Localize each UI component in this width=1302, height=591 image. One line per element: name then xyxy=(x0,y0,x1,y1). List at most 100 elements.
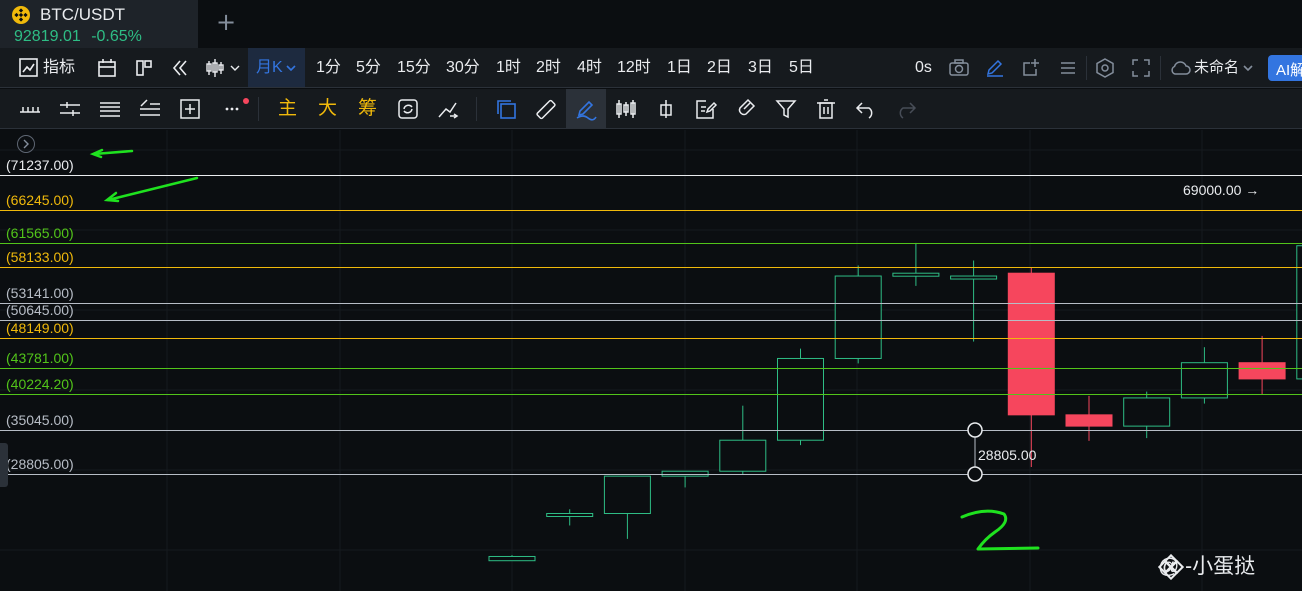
level-label: (35045.00) xyxy=(6,411,74,428)
period-toolbar: 指标 月K 1分 5分 15分 30分 1时 2时 4时 12时 1日 2日 3… xyxy=(0,48,1302,88)
period-5d[interactable]: 5日 xyxy=(789,58,814,78)
undo-icon[interactable] xyxy=(854,97,878,121)
chip-distribution-button[interactable]: 筹 xyxy=(358,98,377,120)
candle-body-up xyxy=(892,272,940,277)
main-indicator-button[interactable]: 主 xyxy=(278,98,297,120)
low-price-label: 28805.00 xyxy=(978,447,1037,463)
single-candle-icon[interactable] xyxy=(654,97,678,121)
magnet-icon[interactable] xyxy=(734,97,758,121)
layout-name[interactable]: 未命名 xyxy=(1194,58,1239,78)
trend-compare-icon[interactable] xyxy=(436,97,460,121)
chevron-down-icon[interactable] xyxy=(284,57,298,79)
replay-icon[interactable] xyxy=(169,57,191,79)
ruler-icon[interactable] xyxy=(534,97,558,121)
candle-body-up xyxy=(950,275,998,280)
watermark: @ -小蛋挞 xyxy=(1158,554,1255,580)
trash-icon[interactable] xyxy=(814,97,838,121)
copy-layers-icon[interactable] xyxy=(494,97,518,121)
period-15m[interactable]: 15分 xyxy=(397,58,431,78)
level-label: (53141.00) xyxy=(6,284,74,301)
high-price-label: 69000.00 → xyxy=(1183,182,1260,198)
panel-collapse-handle[interactable] xyxy=(0,443,8,487)
period-1d[interactable]: 1日 xyxy=(667,58,692,78)
candles-layer xyxy=(488,242,1302,562)
candle-body-up xyxy=(603,475,651,514)
fib-lines-icon[interactable] xyxy=(138,97,162,121)
candle-body-up xyxy=(1296,245,1302,380)
horizontal-lines-icon[interactable] xyxy=(58,97,82,121)
refresh-square-icon[interactable] xyxy=(396,97,420,121)
filter-icon[interactable] xyxy=(774,97,798,121)
candle-body-up xyxy=(661,470,709,477)
last-price: 92819.01 xyxy=(14,28,81,45)
chevron-right-icon[interactable] xyxy=(17,135,35,153)
fullscreen-icon[interactable] xyxy=(1130,57,1152,79)
toolbar-separator xyxy=(1160,56,1161,80)
green-arrow-annotation-1 xyxy=(89,148,134,159)
level-label: (28805.00) xyxy=(6,455,74,472)
redo-icon[interactable] xyxy=(894,97,918,121)
chart-line-icon[interactable] xyxy=(18,57,40,79)
indicators-button[interactable]: 指标 xyxy=(43,58,75,78)
camera-icon[interactable] xyxy=(948,57,970,79)
candlestick-chart[interactable]: (71237.00) (66245.00) (61565.00) (58133.00)… xyxy=(0,130,1302,591)
candle-body-up xyxy=(488,555,536,562)
plus-icon[interactable]: + xyxy=(216,8,236,36)
period-3d[interactable]: 3日 xyxy=(748,58,773,78)
btc-coin-icon xyxy=(12,6,30,24)
list-settings-icon[interactable] xyxy=(1057,57,1079,79)
level-label: (40224.20) xyxy=(6,375,74,392)
measure-handle-bottom xyxy=(967,466,983,482)
period-1h[interactable]: 1时 xyxy=(496,58,521,78)
level-label: (71237.00) xyxy=(6,156,74,173)
chevron-down-icon[interactable] xyxy=(1241,57,1255,79)
period-4h[interactable]: 4时 xyxy=(577,58,602,78)
period-2d[interactable]: 2日 xyxy=(707,58,732,78)
period-monthly-label[interactable]: 月K xyxy=(256,58,283,78)
period-5m[interactable]: 5分 xyxy=(356,58,381,78)
layout-icon[interactable] xyxy=(133,57,155,79)
period-30m[interactable]: 30分 xyxy=(446,58,480,78)
candle-type-icon[interactable] xyxy=(205,57,245,79)
candle-body-up xyxy=(777,357,824,441)
tab-bar: BTC/USDT 92819.01 -0.65% + xyxy=(0,0,1302,48)
toolbar-separator xyxy=(1086,56,1087,80)
toolbar-separator xyxy=(258,97,259,121)
binance-square-logo-icon xyxy=(1158,554,1184,580)
add-window-icon[interactable] xyxy=(1020,57,1042,79)
price-readout: 92819.01 -0.65% xyxy=(14,28,142,46)
period-1m[interactable]: 1分 xyxy=(316,58,341,78)
handwritten-number-two xyxy=(960,509,1040,551)
pair-name: BTC/USDT xyxy=(40,5,125,24)
candle-body-up xyxy=(719,439,767,472)
candle-body-down xyxy=(1007,272,1055,416)
level-label: (61565.00) xyxy=(6,224,74,241)
level-label: (43781.00) xyxy=(6,349,74,366)
template-icon[interactable] xyxy=(96,57,118,79)
level-lines-layer xyxy=(0,175,1302,475)
period-2h[interactable]: 2时 xyxy=(536,58,561,78)
stacked-lines-icon[interactable] xyxy=(98,97,122,121)
measure-box-icon[interactable] xyxy=(178,97,202,121)
candle-body-down xyxy=(1065,414,1113,427)
chart-grid xyxy=(0,130,1302,591)
candle-body-down xyxy=(1238,362,1286,380)
horizontal-ruler-icon[interactable] xyxy=(18,97,42,121)
ai-button[interactable]: AI解 xyxy=(1268,55,1302,81)
hexagon-settings-icon[interactable] xyxy=(1094,57,1116,79)
period-12h[interactable]: 12时 xyxy=(617,58,651,78)
cloud-icon[interactable] xyxy=(1168,57,1192,79)
level-label: (58133.00) xyxy=(6,248,74,265)
level-label: (66245.00) xyxy=(6,191,74,208)
chart-canvas[interactable] xyxy=(0,130,1302,591)
level-label: (48149.00) xyxy=(6,319,74,336)
more-dots-icon[interactable] xyxy=(222,97,246,121)
candle-body-up xyxy=(546,512,594,517)
large-order-button[interactable]: 大 xyxy=(318,98,337,120)
candle-body-up xyxy=(1123,397,1171,427)
level-label: (50645.00) xyxy=(6,301,74,318)
pencil-draw-icon[interactable] xyxy=(574,97,598,121)
candles-icon[interactable] xyxy=(614,97,638,121)
note-edit-icon[interactable] xyxy=(694,97,718,121)
pen-edit-icon[interactable] xyxy=(984,57,1006,79)
